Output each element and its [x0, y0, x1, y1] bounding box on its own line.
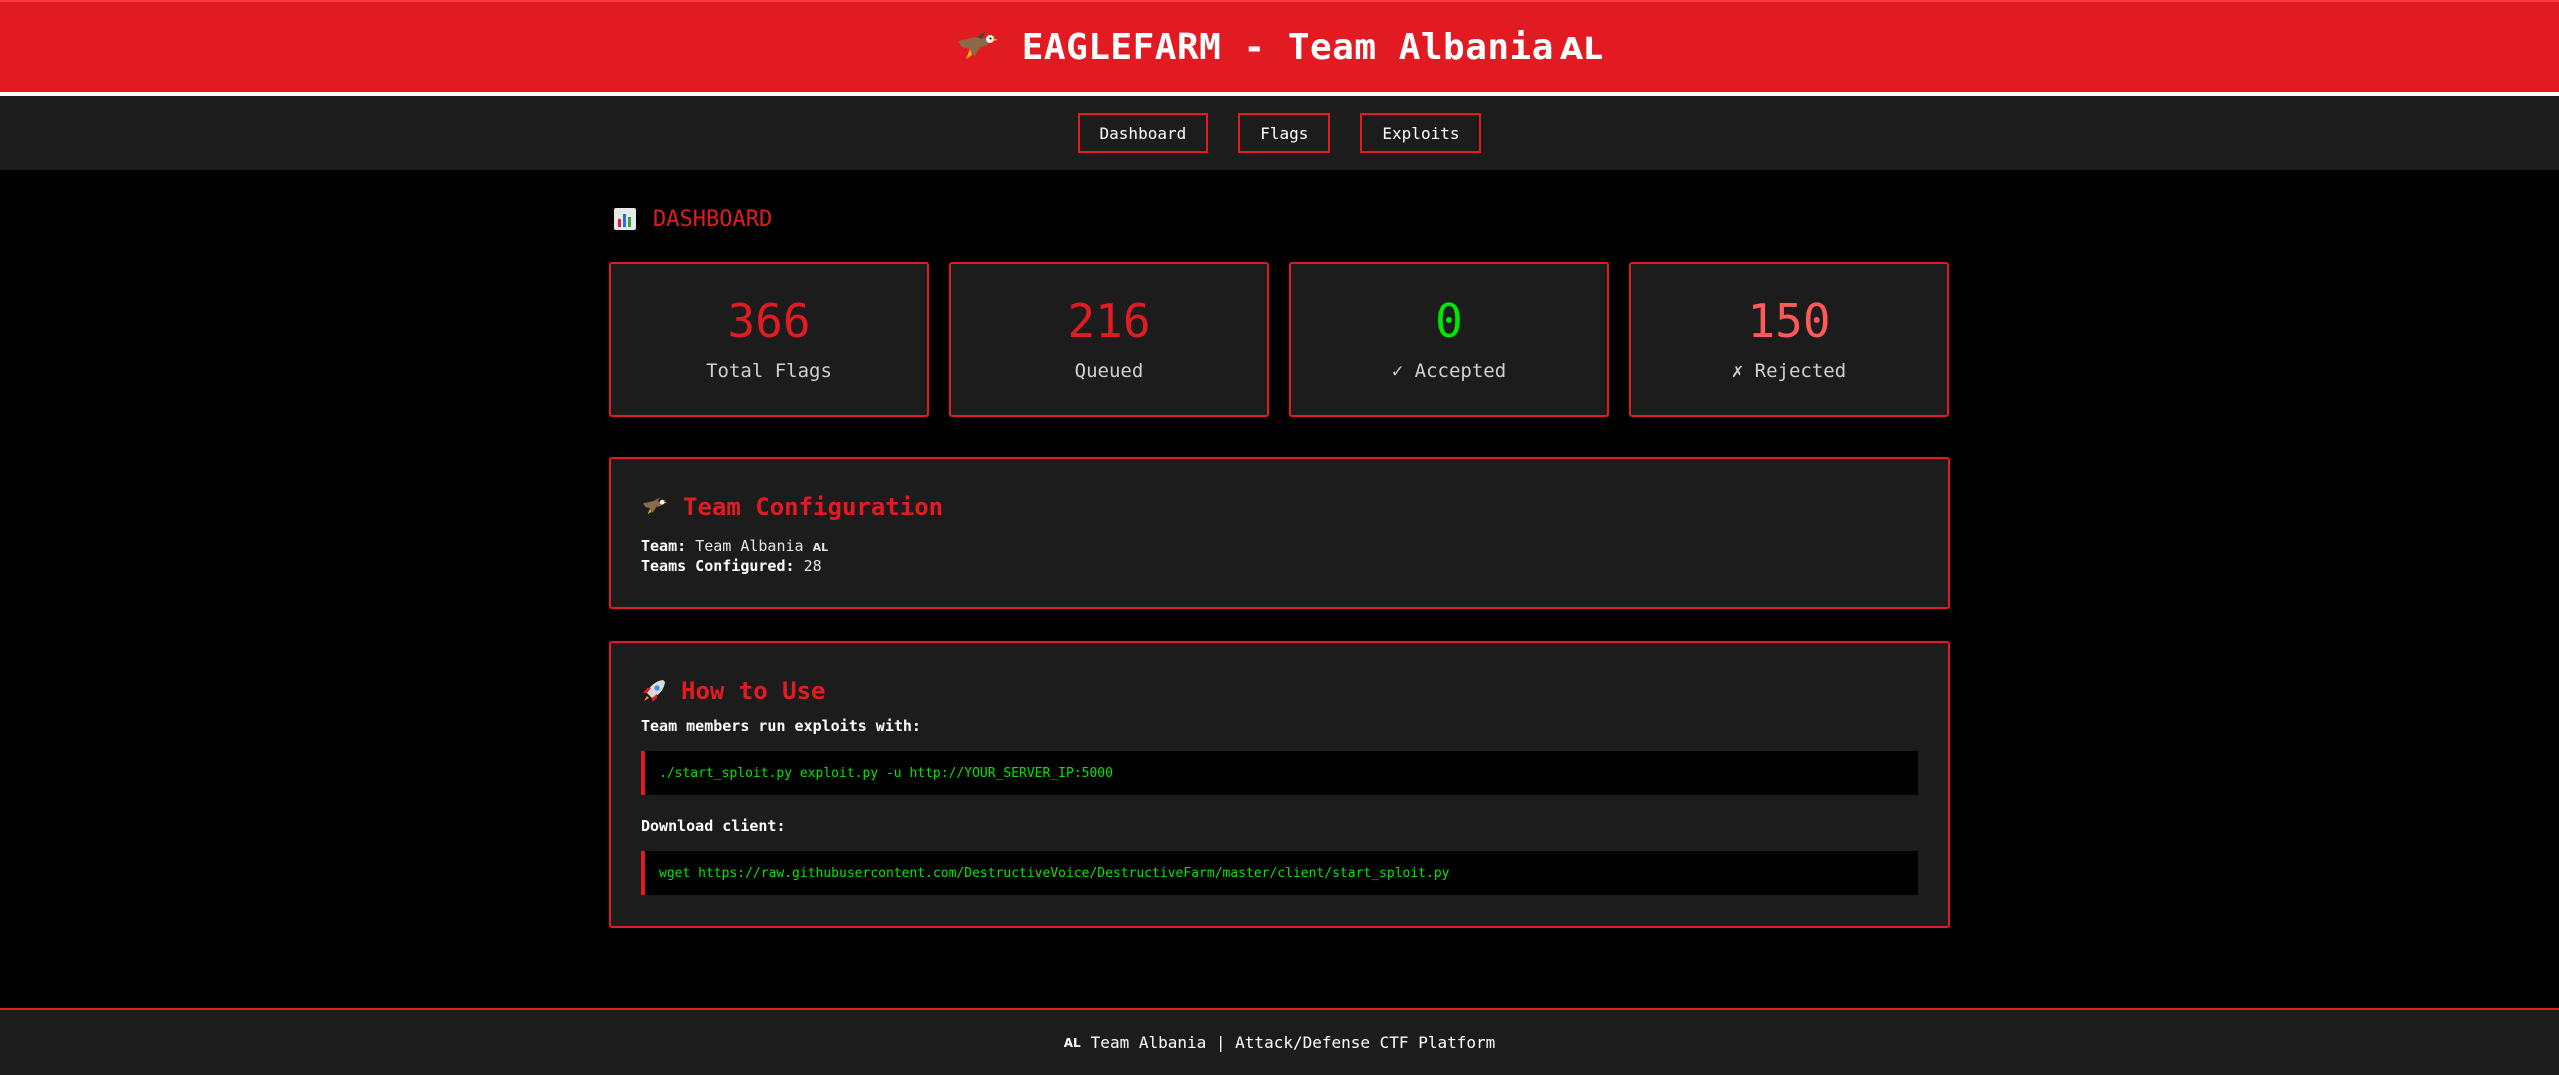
footer-country-code: AL — [1063, 1035, 1081, 1050]
how-to-use-heading: How to Use — [641, 677, 1918, 705]
how-to-use-panel: How to Use Team members run exploits wit… — [609, 641, 1950, 928]
stats-row: 366 Total Flags 216 Queued 0 ✓ Accepted … — [609, 262, 1950, 417]
config-teams-value: 28 — [803, 557, 822, 575]
stat-label: ✓ Accepted — [1391, 359, 1507, 382]
team-configuration-heading: Team Configuration — [641, 493, 1918, 521]
main-content: DASHBOARD 366 Total Flags 216 Queued 0 ✓… — [609, 200, 1950, 928]
nav-flags-button[interactable]: Flags — [1238, 113, 1331, 153]
config-team-key: Team: — [641, 537, 687, 555]
team-configuration-title: Team Configuration — [683, 493, 944, 521]
stat-value: 216 — [1067, 293, 1151, 348]
nav-exploits-button[interactable]: Exploits — [1360, 113, 1482, 153]
download-client-label: Download client: — [641, 817, 786, 835]
dashboard-heading: DASHBOARD — [613, 200, 1950, 238]
config-team-value: Team Albania — [695, 537, 804, 555]
footer-text: Team Albania | Attack/Defense CTF Platfo… — [1090, 1033, 1496, 1052]
download-client-command[interactable]: wget https://raw.githubusercontent.com/D… — [641, 851, 1918, 895]
config-teams-key: Teams Configured: — [641, 557, 795, 575]
app-footer: AL Team Albania | Attack/Defense CTF Pla… — [0, 1008, 2559, 1075]
stat-card-accepted: 0 ✓ Accepted — [1289, 262, 1609, 417]
country-code: AL — [1559, 31, 1604, 67]
config-team-code: AL — [812, 541, 829, 554]
bar-chart-icon — [613, 207, 637, 231]
stat-value: 0 — [1435, 293, 1463, 348]
stat-value: 366 — [727, 293, 811, 348]
nav-dashboard-button[interactable]: Dashboard — [1077, 113, 1209, 153]
how-to-use-title: How to Use — [681, 677, 826, 705]
stat-card-total-flags: 366 Total Flags — [609, 262, 929, 417]
stat-label: ✗ Rejected — [1731, 359, 1847, 382]
run-exploits-command[interactable]: ./start_sploit.py exploit.py -u http://Y… — [641, 751, 1918, 795]
app-header: EAGLEFARM - Team Albania AL — [0, 0, 2559, 96]
top-nav: Dashboard Flags Exploits — [0, 96, 2559, 170]
rocket-icon — [641, 678, 667, 704]
eagle-icon — [956, 27, 1000, 67]
team-configuration-panel: Team Configuration Team: Team Albania AL… — [609, 457, 1950, 609]
header-title-group: EAGLEFARM - Team Albania AL — [956, 27, 1604, 68]
eagle-icon — [641, 495, 669, 519]
stat-card-rejected: 150 ✗ Rejected — [1629, 262, 1949, 417]
stat-label: Total Flags — [706, 359, 832, 382]
config-teams-line: Teams Configured: 28 — [641, 557, 1918, 575]
run-exploits-label: Team members run exploits with: — [641, 717, 921, 735]
config-details: Team: Team Albania AL Teams Configured: … — [641, 537, 1918, 575]
config-team-line: Team: Team Albania AL — [641, 537, 1918, 557]
stat-card-queued: 216 Queued — [949, 262, 1269, 417]
dashboard-title: DASHBOARD — [653, 206, 773, 232]
stat-label: Queued — [1074, 359, 1144, 382]
stat-value: 150 — [1747, 293, 1831, 348]
app-title: EAGLEFARM - Team Albania AL — [1021, 26, 1604, 68]
